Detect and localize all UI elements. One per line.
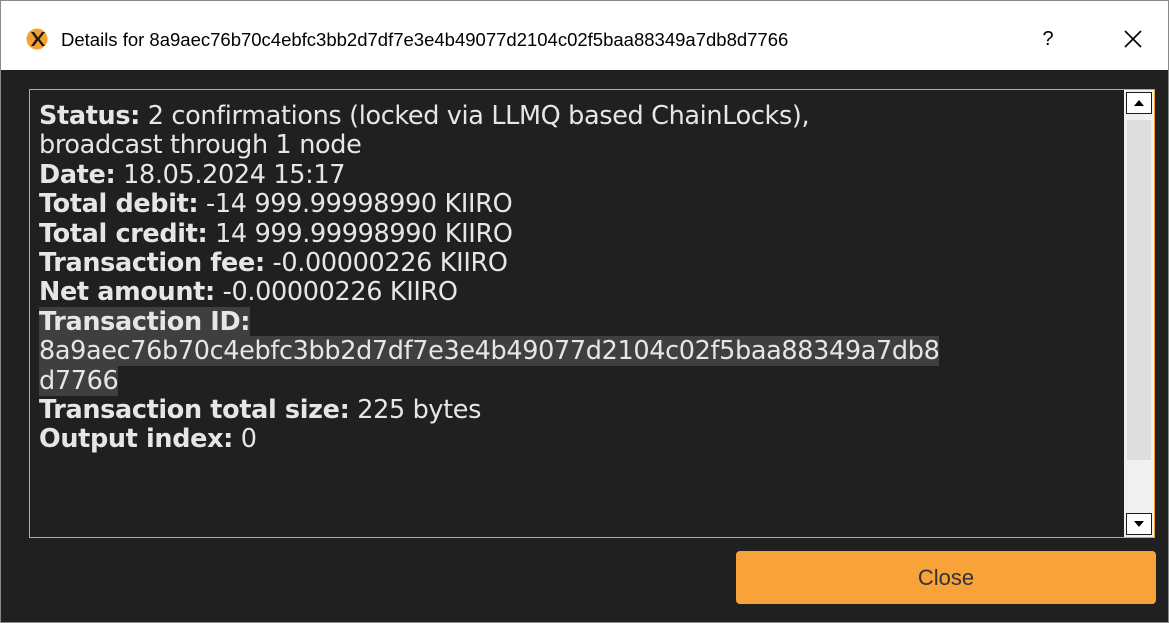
dialog-content: Status: 2 confirmations (locked via LLMQ… (1, 70, 1168, 622)
output-index-row: Output index: 0 (39, 425, 1124, 454)
transaction-id-label-row: Transaction ID: (39, 306, 1124, 337)
transaction-size-label: Transaction total size: (39, 395, 350, 426)
transaction-id-row-continued: d7766 (39, 365, 1124, 396)
close-window-icon[interactable] (1113, 19, 1153, 59)
scroll-up-button[interactable] (1126, 92, 1152, 114)
close-button[interactable]: Close (736, 551, 1156, 604)
net-amount-value: -0.00000226 KIIRO (214, 277, 458, 308)
date-row: Date: 18.05.2024 15:17 (39, 159, 1124, 190)
total-credit-value: 14 999.99998990 KIIRO (207, 218, 513, 249)
transaction-id-row: 8a9aec76b70c4ebfc3bb2d7df7e3e4b49077d210… (39, 336, 1124, 367)
total-debit-row: Total debit: -14 999.99998990 KIIRO (39, 190, 1124, 219)
date-label: Date: (39, 159, 116, 190)
status-row: Status: 2 confirmations (locked via LLMQ… (39, 101, 1124, 131)
transaction-fee-label: Transaction fee: (39, 248, 265, 279)
transaction-fee-value: -0.00000226 KIIRO (264, 248, 508, 279)
total-debit-value: -14 999.99998990 KIIRO (198, 189, 513, 220)
date-value: 18.05.2024 15:17 (115, 159, 346, 190)
total-debit-label: Total debit: (39, 189, 199, 220)
transaction-size-row: Transaction total size: 225 bytes (39, 395, 1124, 426)
transaction-id-value: 8a9aec76b70c4ebfc3bb2d7df7e3e4b49077d210… (39, 336, 940, 367)
vertical-scrollbar[interactable] (1124, 90, 1154, 537)
title-bar: Details for 8a9aec76b70c4ebfc3bb2d7df7e3… (1, 1, 1168, 70)
details-text: Status: 2 confirmations (locked via LLMQ… (39, 101, 1124, 455)
total-credit-row: Total credit: 14 999.99998990 KIIRO (39, 218, 1124, 249)
scroll-up-arrow-icon (1134, 100, 1144, 106)
transaction-fee-row: Transaction fee: -0.00000226 KIIRO (39, 248, 1124, 279)
scroll-down-button[interactable] (1126, 513, 1152, 535)
net-amount-row: Net amount: -0.00000226 KIIRO (39, 278, 1124, 307)
transaction-id-value-continued: d7766 (39, 365, 119, 396)
status-row-continued: broadcast through 1 node (39, 131, 1124, 160)
output-index-value: 0 (233, 424, 257, 455)
status-value-continued: broadcast through 1 node (39, 130, 362, 161)
help-button[interactable]: ? (1028, 19, 1068, 59)
scroll-thumb[interactable] (1127, 120, 1151, 460)
net-amount-label: Net amount: (39, 277, 215, 308)
details-text-box[interactable]: Status: 2 confirmations (locked via LLMQ… (29, 89, 1155, 538)
scroll-down-arrow-icon (1134, 521, 1144, 527)
window-title: Details for 8a9aec76b70c4ebfc3bb2d7df7e3… (61, 29, 789, 50)
kiiro-logo-icon (26, 28, 48, 50)
transaction-size-value: 225 bytes (349, 395, 482, 426)
transaction-id-label: Transaction ID: (39, 306, 251, 337)
transaction-details-dialog: Details for 8a9aec76b70c4ebfc3bb2d7df7e3… (0, 0, 1169, 623)
status-label: Status: (39, 101, 141, 131)
output-index-label: Output index: (39, 424, 234, 455)
status-value: 2 confirmations (locked via LLMQ based C… (140, 101, 810, 131)
total-credit-label: Total credit: (39, 218, 208, 249)
